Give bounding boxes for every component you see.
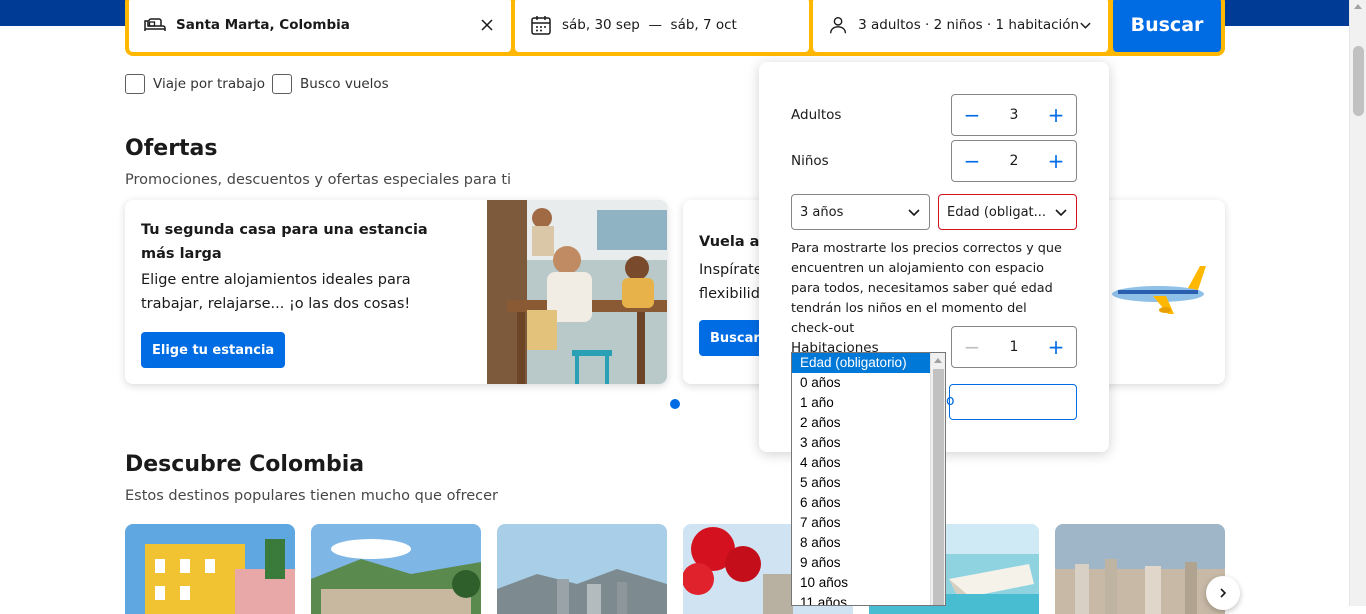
age-dropdown-list[interactable]: Edad (obligatorio) 0 años 1 año 2 años 3… xyxy=(791,352,946,606)
age-option[interactable]: 4 años xyxy=(792,453,930,473)
minus-icon[interactable]: − xyxy=(964,105,981,125)
chevron-down-icon xyxy=(1055,209,1067,217)
scrollbar-thumb[interactable] xyxy=(1353,46,1364,116)
age-option[interactable]: 9 años xyxy=(792,553,930,573)
dates-field[interactable]: sáb, 30 sep — sáb, 7 oct xyxy=(515,0,809,52)
destination-photo-cartagena[interactable] xyxy=(125,524,295,614)
destination-photo-medellin[interactable] xyxy=(311,524,481,614)
age-option[interactable]: 10 años xyxy=(792,573,930,593)
choose-stay-button[interactable]: Elige tu estancia xyxy=(141,332,286,368)
scrollbar-thumb[interactable] xyxy=(933,369,944,605)
scroll-up-arrow-icon[interactable] xyxy=(934,358,942,363)
plus-icon[interactable]: + xyxy=(1048,337,1065,357)
plus-icon[interactable]: + xyxy=(1048,151,1065,171)
offers-subtitle: Promociones, descuentos y ofertas especi… xyxy=(125,172,512,188)
destination-field[interactable]: Santa Marta, Colombia xyxy=(129,0,511,52)
page-scrollbar[interactable] xyxy=(1349,0,1366,606)
child-age-note: Para mostrarte los precios correctos y q… xyxy=(791,241,1062,336)
checkbox-box[interactable] xyxy=(272,74,292,94)
age-option[interactable]: 6 años xyxy=(792,493,930,513)
search-bar: Santa Marta, Colombia sáb, 30 sep — sáb,… xyxy=(125,0,1225,56)
card-title: Tu segunda casa para una estancia más la… xyxy=(141,222,428,262)
age-option[interactable]: 8 años xyxy=(792,533,930,553)
rooms-stepper: − 1 + xyxy=(951,326,1077,368)
close-icon[interactable] xyxy=(479,17,495,33)
destination-photo-santa-marta[interactable] xyxy=(1055,524,1225,614)
age-option[interactable]: 11 años xyxy=(792,593,930,605)
date-separator: — xyxy=(648,17,662,33)
guests-summary: 3 adultos · 2 niños · 1 habitación xyxy=(858,17,1080,33)
checkout-date: sáb, 7 oct xyxy=(670,17,737,33)
checkin-date: sáb, 30 sep xyxy=(562,17,640,33)
business-trip-checkbox[interactable]: Viaje por trabajo xyxy=(125,74,265,94)
bed-icon xyxy=(144,18,166,31)
guests-field[interactable]: 3 adultos · 2 niños · 1 habitación xyxy=(813,0,1108,52)
checkbox-label: Busco vuelos xyxy=(300,76,389,92)
age-option[interactable]: 1 año xyxy=(792,393,930,413)
adults-label: Adultos xyxy=(791,107,842,123)
done-button-label: o xyxy=(946,393,955,409)
children-label: Niños xyxy=(791,153,829,169)
children-stepper: − 2 + xyxy=(951,140,1077,182)
carousel-dot[interactable] xyxy=(670,399,680,409)
scroll-up-arrow-icon[interactable] xyxy=(1354,4,1362,9)
minus-icon[interactable]: − xyxy=(964,151,981,171)
destination-photo-bogota[interactable] xyxy=(497,524,667,614)
discover-title: Descubre Colombia xyxy=(125,452,365,477)
person-icon xyxy=(829,16,847,34)
age-option[interactable]: 2 años xyxy=(792,413,930,433)
age-option[interactable]: 0 años xyxy=(792,373,930,393)
checkbox-label: Viaje por trabajo xyxy=(153,76,265,92)
dropdown-scrollbar[interactable] xyxy=(930,353,945,605)
checkbox-box[interactable] xyxy=(125,74,145,94)
children-value: 2 xyxy=(1009,153,1019,169)
adults-value: 3 xyxy=(1009,107,1019,123)
plus-icon[interactable]: + xyxy=(1048,105,1065,125)
airplane-illustration xyxy=(1112,266,1206,314)
age-option[interactable]: 5 años xyxy=(792,473,930,493)
carousel-next-button[interactable] xyxy=(1206,576,1240,610)
chevron-right-icon xyxy=(1220,588,1227,598)
discover-subtitle: Estos destinos populares tienen mucho qu… xyxy=(125,488,498,504)
chevron-down-icon xyxy=(908,209,920,217)
age-option-selected[interactable]: Edad (obligatorio) xyxy=(792,353,930,373)
child-age-select-2[interactable]: Edad (obligat... xyxy=(938,194,1077,230)
minus-icon[interactable]: − xyxy=(964,337,981,357)
search-button[interactable]: Buscar xyxy=(1113,0,1221,52)
select-value: 3 años xyxy=(800,204,844,220)
age-options: Edad (obligatorio) 0 años 1 año 2 años 3… xyxy=(792,353,930,605)
calendar-icon xyxy=(531,16,551,35)
select-value: Edad (obligat... xyxy=(947,204,1047,220)
offers-title: Ofertas xyxy=(125,136,218,161)
flights-checkbox[interactable]: Busco vuelos xyxy=(272,74,389,94)
adults-stepper: − 3 + xyxy=(951,94,1077,136)
child-age-select-1[interactable]: 3 años xyxy=(791,194,930,230)
age-option[interactable]: 7 años xyxy=(792,513,930,533)
family-photo xyxy=(487,200,667,384)
card-description: Elige entre alojamientos ideales para tr… xyxy=(141,272,411,312)
age-option[interactable]: 3 años xyxy=(792,433,930,453)
done-button[interactable]: o xyxy=(946,384,1077,420)
destination-value: Santa Marta, Colombia xyxy=(176,17,350,33)
offer-card-long-stay[interactable]: Tu segunda casa para una estancia más la… xyxy=(125,200,667,384)
rooms-value: 1 xyxy=(1009,339,1019,355)
chevron-down-icon xyxy=(1080,22,1091,29)
